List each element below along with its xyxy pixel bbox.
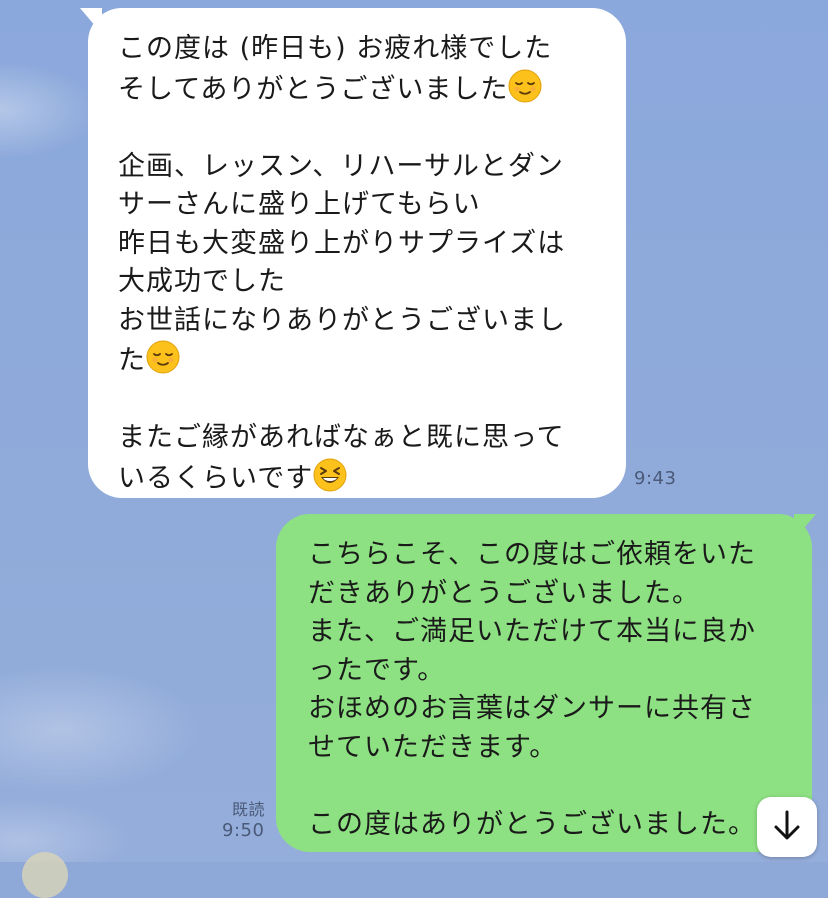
message-line: いるくらいです	[118, 462, 314, 494]
message-line: お世話になりありがとうございまし	[118, 304, 566, 336]
outgoing-message-bubble[interactable]: こちらこそ、この度はご依頼をいた だきありがとうございました。 また、ご満足いた…	[276, 514, 812, 852]
message-line: 企画、レッスン、リハーサルとダン	[118, 150, 564, 182]
message-line: た	[118, 345, 146, 376]
scroll-to-bottom-button[interactable]	[757, 797, 817, 857]
incoming-message-bubble[interactable]: この度は (昨日も) お疲れ様でした そしてありがとうございました 企画、レッス…	[88, 8, 626, 498]
message-line: また、ご満足いただけて本当に良か	[308, 616, 756, 647]
message-line: だきありがとうございました。	[308, 577, 700, 609]
message-line: こちらこそ、この度はご依頼をいた	[308, 539, 756, 570]
message-line: 昨日も大変盛り上がりサプライズは	[118, 227, 566, 259]
read-receipt: 既読	[232, 800, 266, 819]
message-line: またご縁があればなぁと既に思って	[118, 422, 565, 453]
arrow-down-icon	[773, 809, 801, 845]
message-line: サーさんに盛り上げてもらい	[118, 189, 481, 220]
message-line: この度は (昨日も) お疲れ様でした	[118, 33, 553, 64]
avatar[interactable]	[22, 852, 68, 898]
outgoing-timestamp: 9:50	[222, 820, 265, 841]
relieved-face-emoji-icon	[146, 340, 180, 374]
message-line: おほめのお言葉はダンサーに共有さ	[308, 693, 756, 724]
relieved-face-emoji-icon	[508, 69, 542, 103]
message-line: そしてありがとうございました	[118, 73, 509, 105]
message-line: この度はありがとうございました。	[308, 808, 756, 840]
message-line: せていただきます。	[308, 731, 558, 763]
grinning-squinting-face-emoji-icon	[313, 458, 347, 492]
message-line: ったです。	[308, 654, 446, 686]
incoming-timestamp: 9:43	[634, 468, 677, 489]
message-line: 大成功でした	[118, 266, 286, 297]
